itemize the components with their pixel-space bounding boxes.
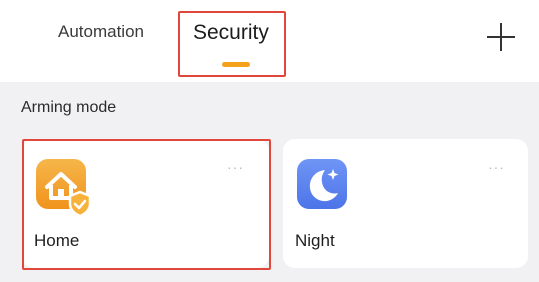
tab-security[interactable]: Security	[193, 21, 269, 45]
mode-card-night[interactable]: ··· Night	[283, 139, 528, 268]
more-options-icon[interactable]: ···	[488, 160, 505, 174]
plus-icon	[487, 23, 515, 51]
more-options-icon[interactable]: ···	[227, 160, 244, 174]
tab-automation[interactable]: Automation	[58, 22, 144, 42]
section-title: Arming mode	[21, 99, 117, 116]
top-bar: Automation Security	[0, 0, 539, 82]
mode-label-night: Night	[295, 231, 335, 250]
moon-icon	[297, 159, 347, 209]
mode-label-home: Home	[34, 231, 80, 250]
arming-mode-section: Arming mode ··· Home ··· Night	[0, 82, 539, 282]
mode-card-home[interactable]: ··· Home	[22, 139, 269, 268]
add-button[interactable]	[484, 20, 518, 54]
home-shield-icon	[36, 159, 92, 218]
active-tab-indicator	[222, 62, 250, 67]
